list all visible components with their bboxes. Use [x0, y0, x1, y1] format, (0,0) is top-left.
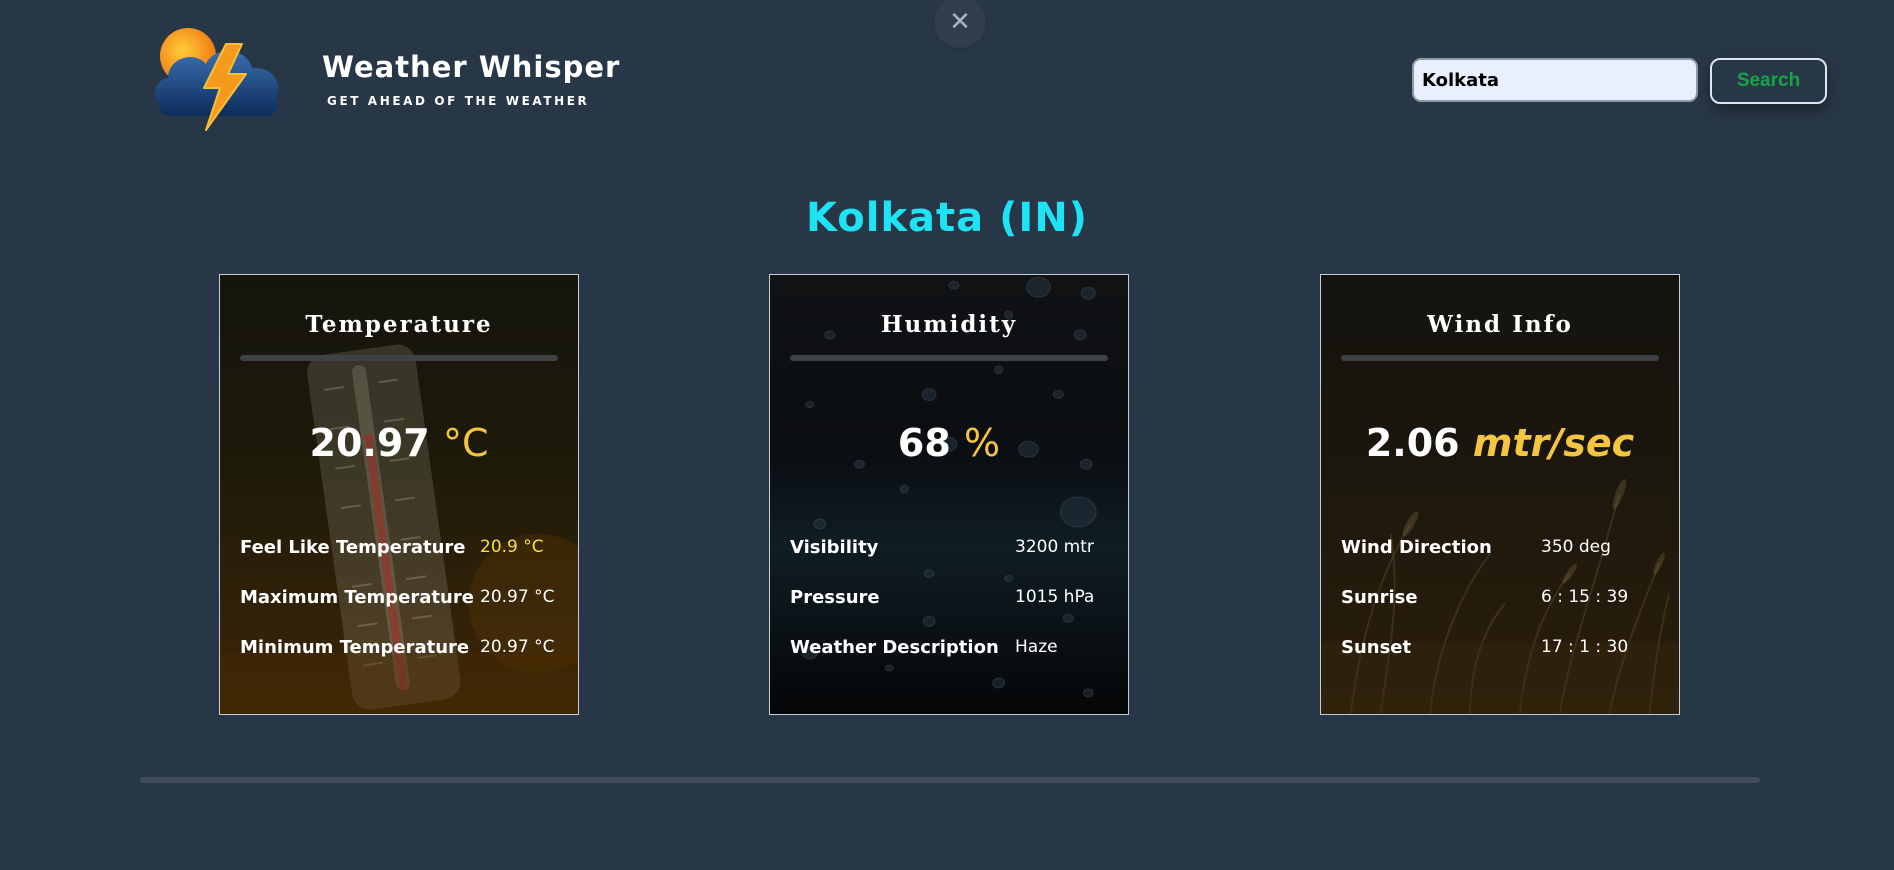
sunset-label: Sunset [1341, 637, 1412, 658]
search-button[interactable]: Search [1710, 58, 1827, 104]
footer-divider [140, 777, 1760, 783]
brand-tagline: GET AHEAD OF THE WEATHER [327, 94, 590, 108]
weather-description-label: Weather Description [790, 637, 999, 658]
brand-title: Weather Whisper [322, 50, 621, 84]
close-button[interactable]: ✕ [934, 0, 986, 48]
temperature-card: Temperature 20.97 °C Feel Like Temperatu… [219, 274, 579, 715]
city-heading: Kolkata (IN) [805, 195, 1089, 241]
card-divider [1341, 355, 1659, 361]
detail-row: Sunrise 6 : 15 : 39 [1341, 587, 1669, 615]
cloud-lightning-sun-icon [155, 28, 279, 131]
card-divider [790, 355, 1108, 361]
humidity-number: 68 [897, 421, 951, 465]
wind-direction-value: 350 deg [1541, 537, 1611, 557]
wind-speed-unit: mtr/sec [1472, 421, 1635, 465]
wind-direction-label: Wind Direction [1341, 537, 1492, 558]
wind-card: Wind Info 2.06 mtr/sec Wind Direction 35… [1320, 274, 1680, 715]
pressure-label: Pressure [790, 587, 880, 608]
max-temp-value: 20.97 °C [480, 587, 555, 607]
detail-row: Maximum Temperature 20.97 °C [240, 587, 568, 615]
detail-row: Minimum Temperature 20.97 °C [240, 637, 568, 665]
temperature-title: Temperature [305, 311, 493, 338]
humidity-unit: % [964, 421, 1001, 465]
search-input[interactable] [1412, 58, 1698, 102]
detail-row: Feel Like Temperature 20.9 °C [240, 537, 568, 565]
detail-row: Wind Direction 350 deg [1341, 537, 1669, 565]
humidity-title: Humidity [880, 311, 1018, 338]
detail-row: Pressure 1015 hPa [790, 587, 1118, 615]
max-temp-label: Maximum Temperature [240, 587, 474, 608]
sunset-value: 17 : 1 : 30 [1541, 637, 1629, 657]
sunrise-label: Sunrise [1341, 587, 1418, 608]
close-icon: ✕ [949, 7, 971, 37]
humidity-value: 68 % [770, 421, 1128, 465]
detail-row: Weather Description Haze [790, 637, 1118, 665]
min-temp-label: Minimum Temperature [240, 637, 470, 658]
weather-description-value: Haze [1015, 637, 1058, 657]
sunrise-value: 6 : 15 : 39 [1541, 587, 1629, 607]
logo [154, 26, 286, 134]
pressure-value: 1015 hPa [1015, 587, 1095, 607]
visibility-label: Visibility [790, 537, 879, 558]
card-divider [240, 355, 558, 361]
temperature-unit: °C [442, 421, 489, 465]
wind-title: Wind Info [1427, 311, 1573, 338]
min-temp-value: 20.97 °C [480, 637, 555, 657]
temperature-value: 20.97 °C [220, 421, 578, 465]
visibility-value: 3200 mtr [1015, 537, 1094, 557]
wind-speed-value: 2.06 mtr/sec [1321, 421, 1679, 465]
detail-row: Visibility 3200 mtr [790, 537, 1118, 565]
feel-like-label: Feel Like Temperature [240, 537, 466, 558]
humidity-card: Humidity 68 % Visibility 3200 mtr Pressu… [769, 274, 1129, 715]
detail-row: Sunset 17 : 1 : 30 [1341, 637, 1669, 665]
temperature-number: 20.97 [309, 421, 430, 465]
wind-speed-number: 2.06 [1365, 421, 1460, 465]
feel-like-value: 20.9 °C [480, 537, 544, 557]
